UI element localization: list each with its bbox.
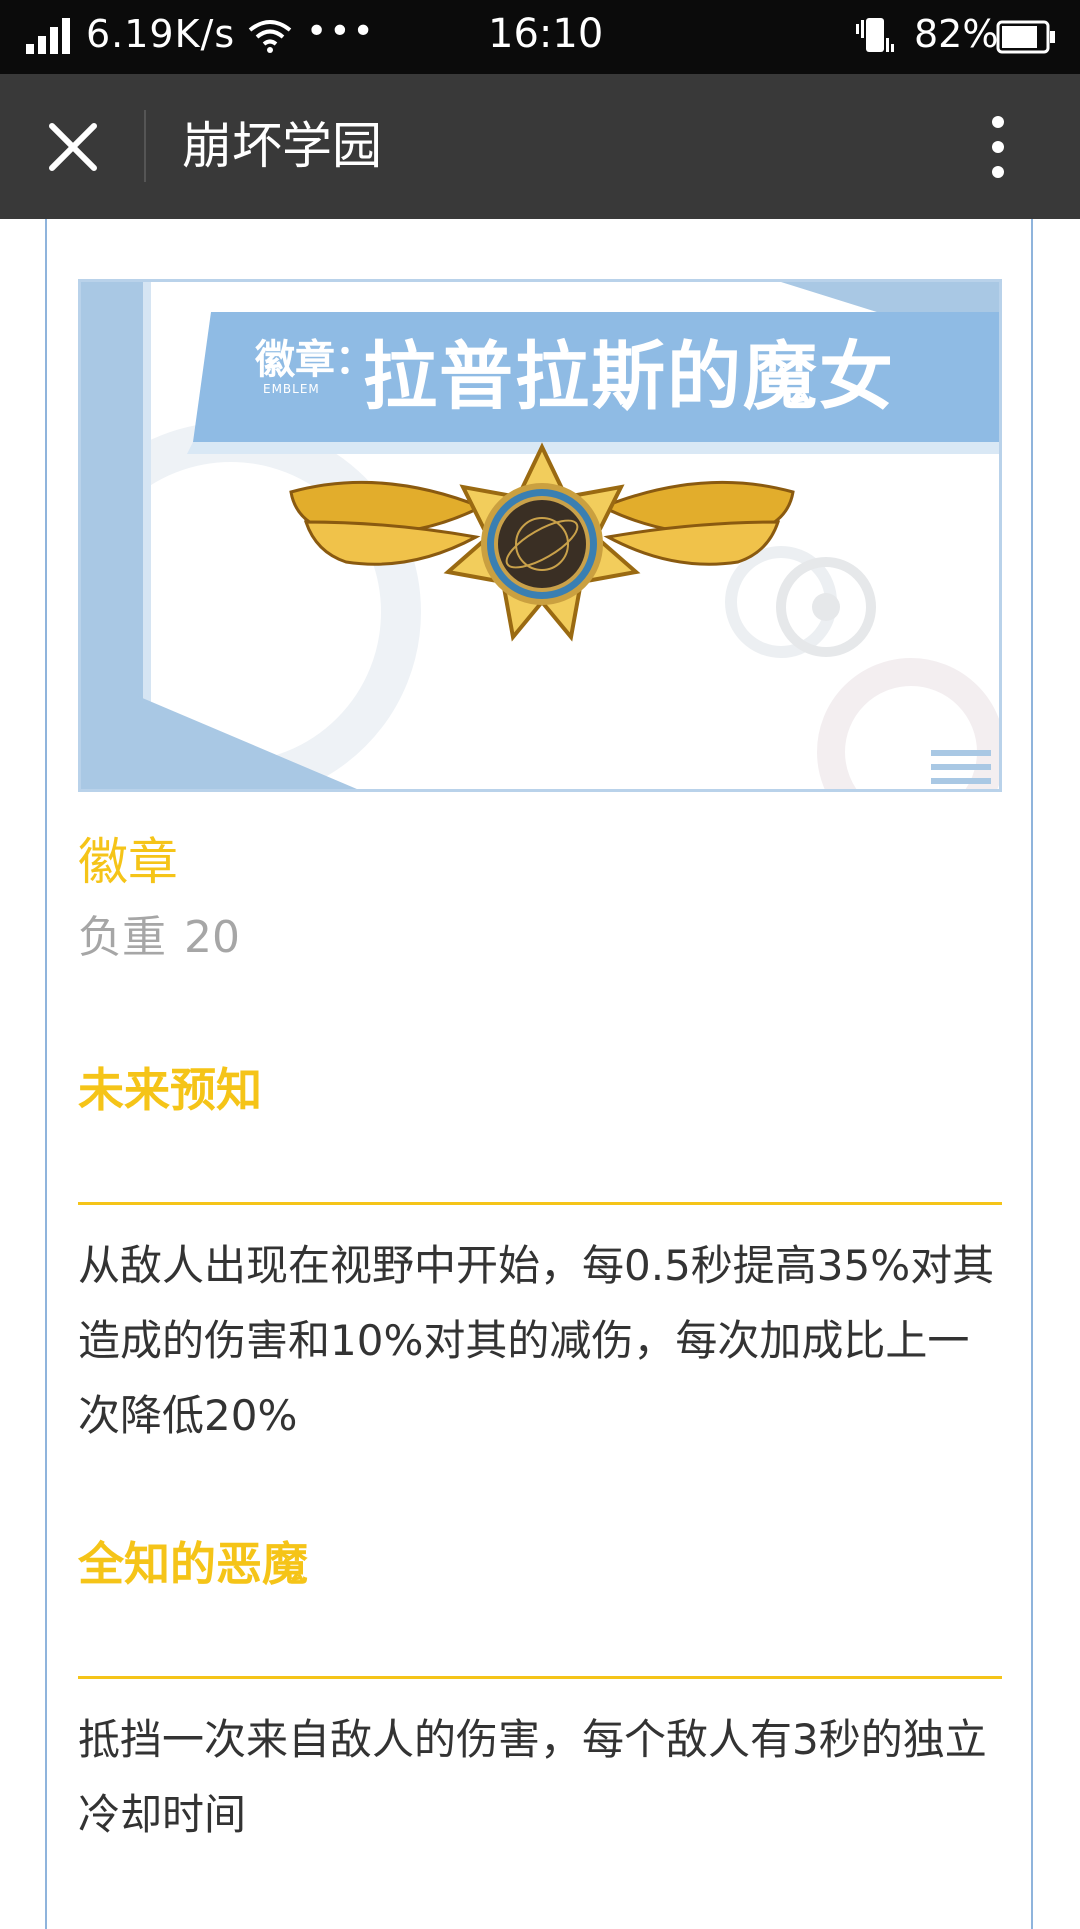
banner-label: 徽章： [255, 337, 375, 383]
close-icon[interactable] [30, 104, 116, 190]
more-menu-icon[interactable] [968, 104, 1028, 190]
header-bar: 崩坏学园 [0, 74, 1080, 219]
status-bar: 6.19K/s ••• 16:10 82% [0, 0, 1080, 74]
status-more-icon: ••• [306, 11, 376, 52]
emblem-banner: 徽章： EMBLEM 拉普拉斯的魔女 [78, 279, 1002, 792]
skill-title: 全知的恶魔 [78, 1537, 308, 1591]
skill-title: 未来预知 [78, 1063, 262, 1117]
skill-description: 从敌人出现在视野中开始，每0.5秒提高35%对其造成的伤害和10%对其的减伤，每… [78, 1241, 995, 1440]
skill-divider [78, 1676, 1002, 1679]
skill-divider [78, 1202, 1002, 1205]
battery-percent: 82% [914, 12, 999, 56]
battery-icon [996, 20, 1055, 54]
weight-label: 负重 [78, 912, 166, 963]
page-title: 崩坏学园 [182, 117, 382, 175]
banner-title: 拉普拉斯的魔女 [363, 334, 895, 420]
clock: 16:10 [488, 11, 604, 57]
vibrate-icon [856, 18, 894, 52]
weight-value: 20 [184, 912, 240, 963]
weight-row: 负重 20 [78, 908, 258, 968]
network-speed: 6.19K/s [86, 12, 236, 56]
signal-icon [26, 18, 70, 54]
item-type: 徽章 [78, 833, 178, 891]
skill-description: 抵挡一次来自敌人的伤害，每个敌人有3秒的独立冷却时间 [78, 1715, 987, 1839]
header-divider [144, 110, 146, 182]
wifi-icon [248, 20, 292, 53]
banner-sublabel: EMBLEM [263, 382, 320, 396]
